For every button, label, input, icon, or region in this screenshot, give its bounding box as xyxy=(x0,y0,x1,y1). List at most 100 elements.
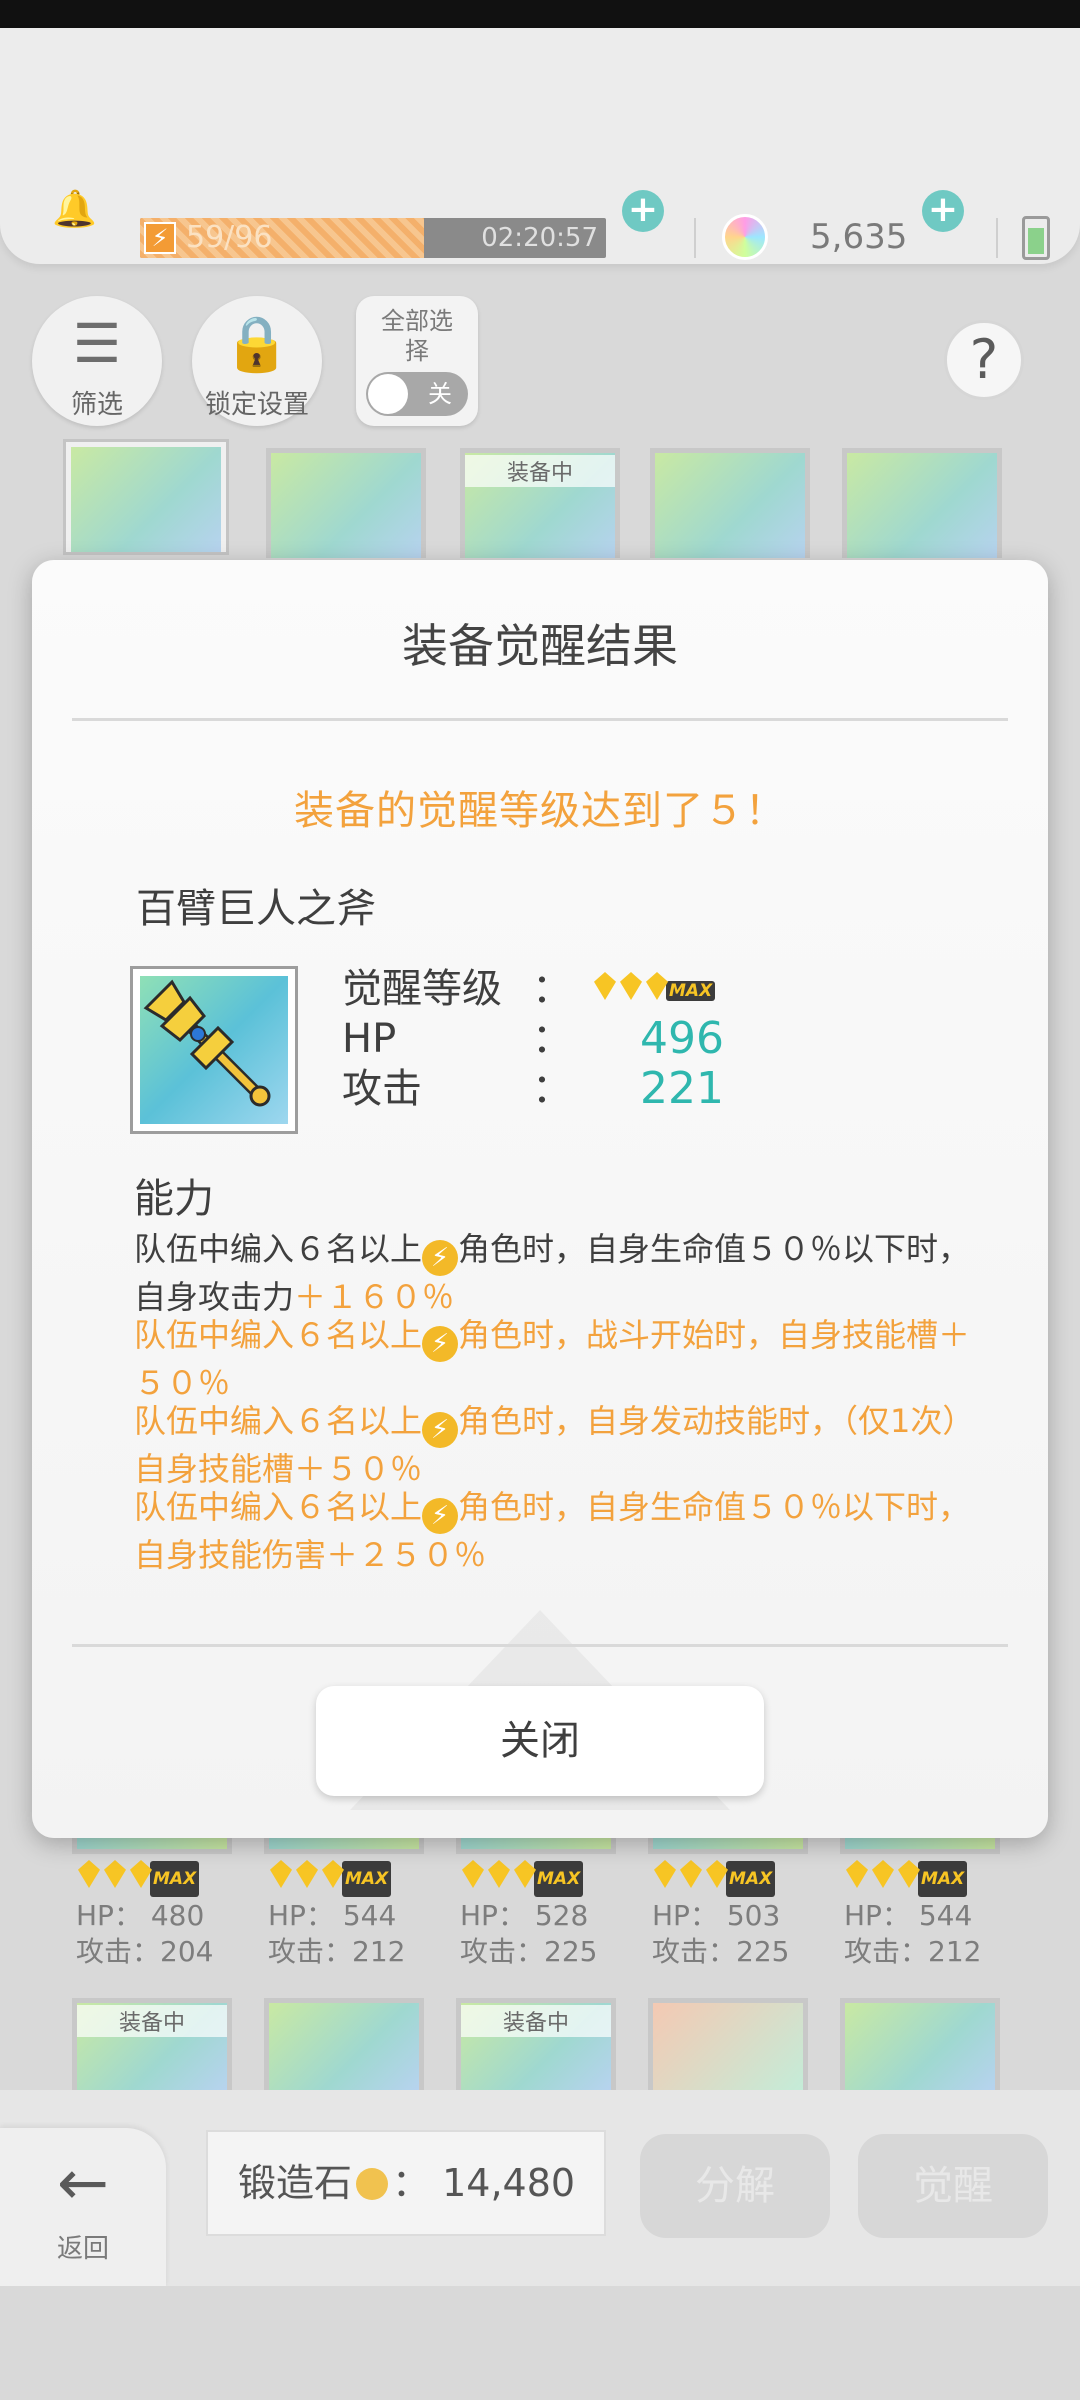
equipment-card-bottom[interactable] xyxy=(72,1836,232,1854)
lock-settings-button[interactable]: 🔒 锁定设置 xyxy=(192,296,322,426)
hp-label: HP xyxy=(342,1016,397,1062)
awaken-gem-icon xyxy=(102,1858,128,1890)
dismantle-button[interactable]: 分解 xyxy=(640,2134,830,2238)
awaken-stars: MAX xyxy=(844,1858,1014,1898)
card-hp: HP： 544 xyxy=(844,1899,973,1932)
lock-icon: 🔒 xyxy=(223,312,291,375)
awaken-level-row: 觉醒等级 ： xyxy=(342,964,572,1014)
back-button[interactable]: ← 返回 xyxy=(0,2128,166,2288)
card-hp: HP： 544 xyxy=(268,1899,397,1932)
colon: ： xyxy=(532,1016,572,1062)
card-stats: MAX HP： 480 攻击：204 xyxy=(76,1858,246,1970)
add-gems-button[interactable]: + xyxy=(922,190,964,232)
max-tag: MAX xyxy=(726,1861,776,1897)
divider xyxy=(72,718,1008,721)
awaken-gem-icon xyxy=(870,1858,896,1890)
awaken-gem-icon xyxy=(512,1858,538,1890)
awaken-gem-icon xyxy=(678,1858,704,1890)
attack-value: 221 xyxy=(640,1063,724,1114)
hp-value: 496 xyxy=(640,1013,724,1064)
colon: ： xyxy=(532,966,572,1012)
awaken-gem-icon xyxy=(460,1858,486,1890)
axe-icon xyxy=(140,976,288,1124)
awaken-gem-icon xyxy=(320,1858,346,1890)
divider xyxy=(72,1644,1008,1647)
back-label: 返回 xyxy=(56,2234,109,2264)
equipment-card[interactable] xyxy=(842,448,1002,558)
ability-line: 队伍中编入６名以上 ⚡ 角色时，自身生命值５０％以下时，自身攻击力＋１６０％ xyxy=(134,1228,974,1319)
add-stamina-button[interactable]: + xyxy=(622,190,664,232)
lightning-icon: ⚡ xyxy=(422,1412,459,1448)
filter-icon: ☰ xyxy=(72,312,122,375)
equipment-card-bottom[interactable] xyxy=(456,1836,616,1854)
awaken-gem-icon xyxy=(844,1858,870,1890)
bell-icon[interactable]: 🔔 xyxy=(52,190,97,230)
equipment-card-bottom[interactable] xyxy=(264,1836,424,1854)
awaken-gem-icon xyxy=(486,1858,512,1890)
max-tag: MAX xyxy=(666,981,716,1001)
stamina-bar: ⚡ 59/96 02:20:57 xyxy=(140,218,606,258)
toggle-knob xyxy=(368,374,408,414)
equipment-card[interactable] xyxy=(650,448,810,558)
awaken-stars: MAX xyxy=(76,1858,246,1898)
battery-icon xyxy=(1022,216,1050,260)
select-all-label: 全部选择 xyxy=(381,307,453,365)
ability-text: 队伍中编入６名以上 xyxy=(134,1488,423,1526)
awaken-gem-icon xyxy=(128,1858,154,1890)
card-atk: 攻击：225 xyxy=(652,1935,790,1968)
card-atk: 攻击：225 xyxy=(460,1935,598,1968)
awaken-stars: MAX xyxy=(652,1858,822,1898)
navigation-bar xyxy=(0,2286,1080,2400)
forge-stone-label: 锻造石 xyxy=(238,2161,353,2205)
divider xyxy=(694,218,696,258)
attack-row: 攻击 ： xyxy=(342,1064,572,1114)
stamina-text: 59/96 xyxy=(186,220,273,255)
lightning-icon: ⚡ xyxy=(422,1240,459,1276)
divider xyxy=(996,218,998,258)
system-status-bar xyxy=(0,0,1080,28)
equipment-card[interactable]: 装备中 xyxy=(460,448,620,558)
equipment-card[interactable] xyxy=(266,448,426,558)
filter-button[interactable]: ☰ 筛选 xyxy=(32,296,162,426)
ability-text: 队伍中编入６名以上 xyxy=(134,1402,423,1440)
equipment-card-bottom[interactable] xyxy=(648,1836,808,1854)
equipment-card-bottom[interactable] xyxy=(840,1836,1000,1854)
max-tag: MAX xyxy=(534,1861,584,1897)
stamina-timer: 02:20:57 xyxy=(481,223,598,253)
select-all-toggle[interactable]: 关 xyxy=(366,372,468,416)
select-all-control[interactable]: 全部选择 关 xyxy=(356,296,478,426)
awaken-gem-icon xyxy=(268,1858,294,1890)
close-button[interactable]: 关闭 xyxy=(316,1686,764,1796)
awaken-result-dialog: 装备觉醒结果 装备的觉醒等级达到了５！ 百臂巨人之斧 觉醒等级 ： MAX HP… xyxy=(32,560,1048,1838)
card-hp: HP： 528 xyxy=(460,1899,589,1932)
forge-stone-icon xyxy=(356,2168,389,2200)
lock-settings-label: 锁定设置 xyxy=(204,390,309,420)
awaken-stars: MAX xyxy=(460,1858,630,1898)
equipment-card[interactable] xyxy=(264,1998,424,2090)
stamina-fill xyxy=(140,218,425,258)
equipment-card[interactable] xyxy=(648,1998,808,2090)
equipment-card[interactable]: 装备中 xyxy=(456,1998,616,2090)
card-stats: MAX HP： 544 攻击：212 xyxy=(844,1858,1014,1970)
card-stats: MAX HP： 503 攻击：225 xyxy=(652,1858,822,1970)
hp-row: HP ： xyxy=(342,1014,572,1064)
equipment-card[interactable] xyxy=(66,442,226,552)
help-button[interactable]: ? xyxy=(944,320,1024,400)
ability-heading: 能力 xyxy=(134,1176,214,1222)
awaken-gem-icon xyxy=(294,1858,320,1890)
max-tag: MAX xyxy=(342,1861,392,1897)
attack-label: 攻击 xyxy=(342,1066,422,1112)
gem-count: 5,635 xyxy=(810,217,908,257)
equipment-card[interactable]: 装备中 xyxy=(72,1998,232,2090)
awaken-button[interactable]: 觉醒 xyxy=(858,2134,1048,2238)
forge-stone-counter: 锻造石 ： 14,480 xyxy=(206,2130,606,2236)
awaken-gem-icon xyxy=(592,970,618,1002)
awaken-level-stars: MAX xyxy=(592,970,716,1006)
lightning-icon: ⚡ xyxy=(422,1326,459,1362)
card-stats: MAX HP： 544 攻击：212 xyxy=(268,1858,438,1970)
awaken-headline: 装备的觉醒等级达到了５！ xyxy=(294,788,786,834)
card-atk: 攻击：204 xyxy=(76,1935,214,1968)
equipment-card[interactable] xyxy=(840,1998,1000,2090)
awaken-gem-icon xyxy=(618,970,644,1002)
awaken-stars: MAX xyxy=(268,1858,438,1898)
